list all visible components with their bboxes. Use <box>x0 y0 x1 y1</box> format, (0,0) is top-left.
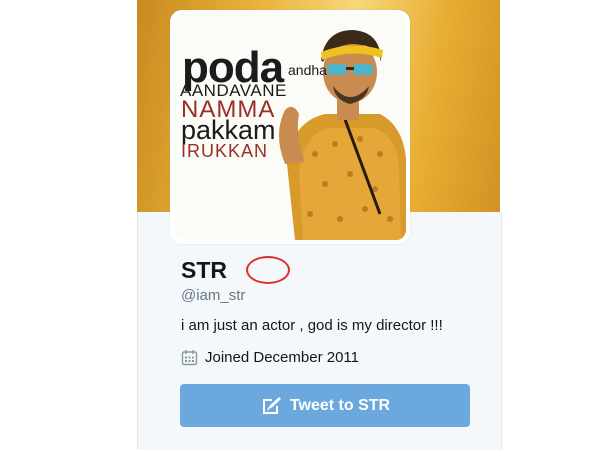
profile-handle[interactable]: @iam_str <box>181 288 245 303</box>
compose-tweet-icon <box>262 396 281 414</box>
avatar-text-pakkam: pakkam <box>181 115 276 145</box>
profile-avatar[interactable]: poda andha AANDAVANE NAMMA pakkam IRUKKA… <box>175 14 406 240</box>
avatar-text-andha: andha <box>288 62 327 78</box>
tweet-button-label: Tweet to STR <box>289 396 391 414</box>
calendar-icon <box>181 350 198 366</box>
profile-name[interactable]: STR <box>181 259 227 282</box>
red-circle-annotation <box>246 256 290 284</box>
joined-date: Joined December 2011 <box>205 349 359 366</box>
profile-bio: i am just an actor , god is my director … <box>181 317 443 334</box>
tweet-to-button[interactable]: Tweet to STR <box>180 384 470 427</box>
avatar-text-irukkan: IRUKKAN <box>181 141 269 161</box>
